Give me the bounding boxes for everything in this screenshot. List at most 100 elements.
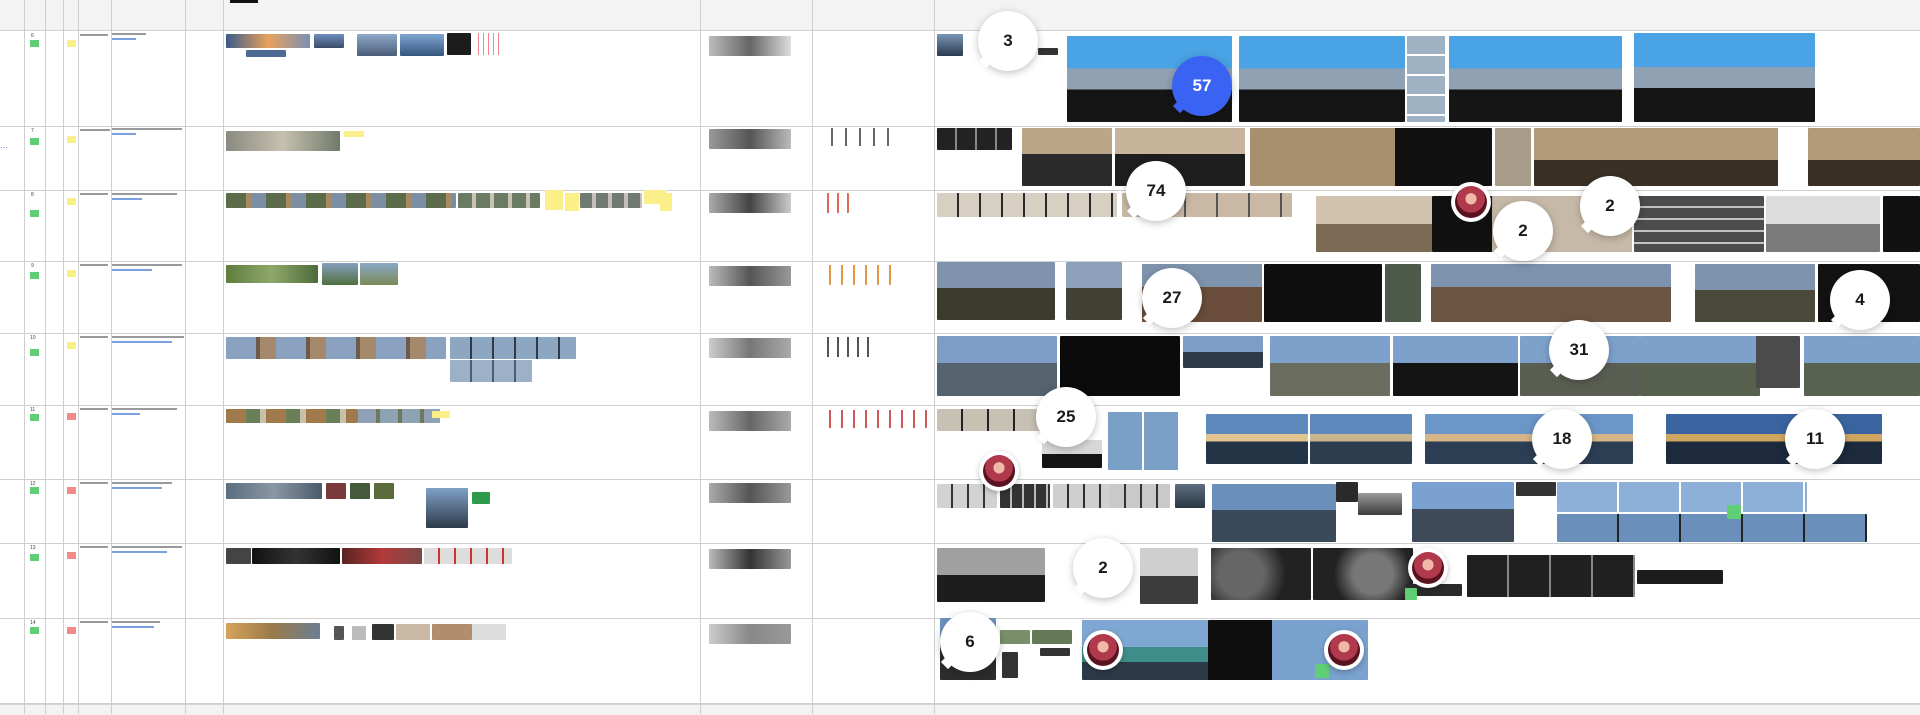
status-green-badge[interactable] — [30, 272, 39, 279]
panorama-image[interactable] — [1393, 336, 1518, 396]
reference-image[interactable] — [246, 50, 286, 57]
reference-image-strip[interactable] — [226, 193, 456, 208]
board-canvas[interactable]: ⋯ 6 7 8 9 10 11 12 13 14 3 57 74 2 2 27 … — [0, 0, 1920, 715]
reference-image[interactable] — [334, 626, 344, 640]
panorama-image[interactable] — [1140, 548, 1198, 604]
status-green-badge[interactable] — [30, 414, 39, 421]
sticky-note[interactable] — [660, 193, 672, 211]
panorama-image[interactable] — [937, 262, 1055, 320]
thumbnail-image[interactable] — [709, 624, 791, 644]
panorama-image[interactable] — [1883, 196, 1920, 252]
panorama-image[interactable] — [1060, 336, 1180, 396]
reference-image[interactable] — [314, 34, 344, 48]
user-avatar[interactable] — [1083, 630, 1123, 670]
reference-image[interactable] — [372, 624, 394, 640]
status-green-badge[interactable] — [30, 210, 39, 217]
link-line[interactable] — [112, 626, 154, 628]
sticky-note[interactable] — [545, 190, 563, 210]
sticky-note[interactable] — [432, 411, 450, 418]
panorama-image-strip[interactable] — [1110, 484, 1170, 508]
reference-image[interactable] — [374, 483, 394, 499]
panorama-image[interactable] — [1804, 336, 1920, 396]
panorama-image[interactable] — [1666, 414, 1882, 464]
comment-bubble[interactable]: 74 — [1126, 161, 1186, 221]
status-green-badge[interactable] — [30, 554, 39, 561]
figure-sketch[interactable] — [819, 337, 875, 357]
thumbnail-image[interactable] — [709, 411, 791, 431]
panorama-image[interactable] — [1425, 414, 1633, 464]
reference-image[interactable] — [226, 483, 322, 499]
panorama-image[interactable] — [1766, 196, 1880, 252]
status-green-badge[interactable] — [30, 138, 39, 145]
panorama-image[interactable] — [1108, 412, 1180, 470]
panorama-image-strip[interactable] — [1053, 484, 1113, 508]
panorama-image[interactable] — [1634, 196, 1764, 252]
reference-image[interactable] — [432, 624, 472, 640]
comment-bubble[interactable]: 2 — [1493, 201, 1553, 261]
status-red-badge[interactable] — [67, 552, 76, 559]
panorama-image[interactable] — [1336, 482, 1358, 502]
status-green-badge[interactable] — [1727, 505, 1741, 519]
reference-image[interactable] — [352, 626, 366, 640]
panorama-image[interactable] — [1385, 264, 1421, 322]
user-avatar[interactable] — [1324, 630, 1364, 670]
reference-image[interactable] — [226, 265, 318, 283]
figure-sketch[interactable] — [819, 193, 849, 213]
panorama-image[interactable] — [1066, 262, 1122, 320]
panorama-image[interactable] — [1264, 264, 1382, 322]
sticky-note[interactable] — [565, 193, 579, 211]
comment-bubble[interactable]: 2 — [1580, 176, 1640, 236]
comment-bubble[interactable]: 3 — [978, 11, 1038, 71]
reference-image[interactable] — [447, 33, 471, 55]
status-green-badge[interactable] — [30, 349, 39, 356]
reference-image[interactable] — [226, 131, 340, 151]
panorama-image-strip[interactable] — [1467, 555, 1635, 597]
thumbnail-image[interactable] — [709, 193, 791, 213]
reference-image[interactable] — [424, 548, 512, 564]
thumbnail-image[interactable] — [709, 129, 791, 149]
panorama-image[interactable] — [1534, 128, 1778, 186]
reference-image-strip[interactable] — [450, 360, 532, 382]
status-green-badge[interactable] — [30, 40, 39, 47]
panorama-image[interactable] — [1183, 336, 1263, 368]
comment-bubble[interactable]: 25 — [1036, 387, 1096, 447]
panorama-image[interactable] — [1212, 484, 1336, 542]
reference-image[interactable] — [226, 34, 310, 48]
link-line[interactable] — [112, 133, 136, 135]
panorama-image[interactable] — [937, 128, 1012, 150]
status-yellow-badge[interactable] — [67, 136, 76, 143]
status-green-badge[interactable] — [1405, 588, 1417, 600]
panorama-image[interactable] — [1449, 36, 1622, 122]
panorama-image[interactable] — [1000, 630, 1030, 644]
panorama-image[interactable] — [1640, 336, 1760, 396]
thumbnail-image[interactable] — [709, 338, 791, 358]
panorama-image[interactable] — [1756, 336, 1800, 388]
user-avatar[interactable] — [1408, 548, 1448, 588]
link-line[interactable] — [112, 198, 142, 200]
link-line[interactable] — [112, 487, 162, 489]
panorama-image[interactable] — [1358, 493, 1402, 515]
reference-image-strip[interactable] — [450, 337, 576, 359]
reference-image[interactable] — [472, 624, 506, 640]
comment-bubble[interactable]: 6 — [940, 612, 1000, 672]
status-yellow-badge[interactable] — [67, 270, 76, 277]
link-line[interactable] — [112, 551, 167, 553]
panorama-image[interactable] — [1175, 484, 1205, 508]
panorama-image-strip[interactable] — [1557, 514, 1867, 542]
panorama-image[interactable] — [1431, 264, 1671, 322]
status-yellow-badge[interactable] — [67, 40, 76, 47]
panorama-image-strip[interactable] — [937, 409, 1047, 431]
thumbnail-image[interactable] — [709, 483, 791, 503]
panorama-image[interactable] — [1516, 482, 1556, 496]
reference-image-strip[interactable] — [226, 337, 446, 359]
comment-bubble[interactable]: 18 — [1532, 409, 1592, 469]
reference-image-strip[interactable] — [580, 193, 642, 208]
status-red-badge[interactable] — [67, 413, 76, 420]
comment-bubble[interactable]: 27 — [1142, 268, 1202, 328]
panorama-image[interactable] — [1313, 548, 1413, 600]
link-line[interactable] — [112, 413, 140, 415]
reference-image-strip[interactable] — [458, 193, 540, 208]
panorama-image[interactable] — [1637, 570, 1723, 584]
reference-image[interactable] — [472, 492, 490, 504]
thumbnail-image[interactable] — [709, 549, 791, 569]
